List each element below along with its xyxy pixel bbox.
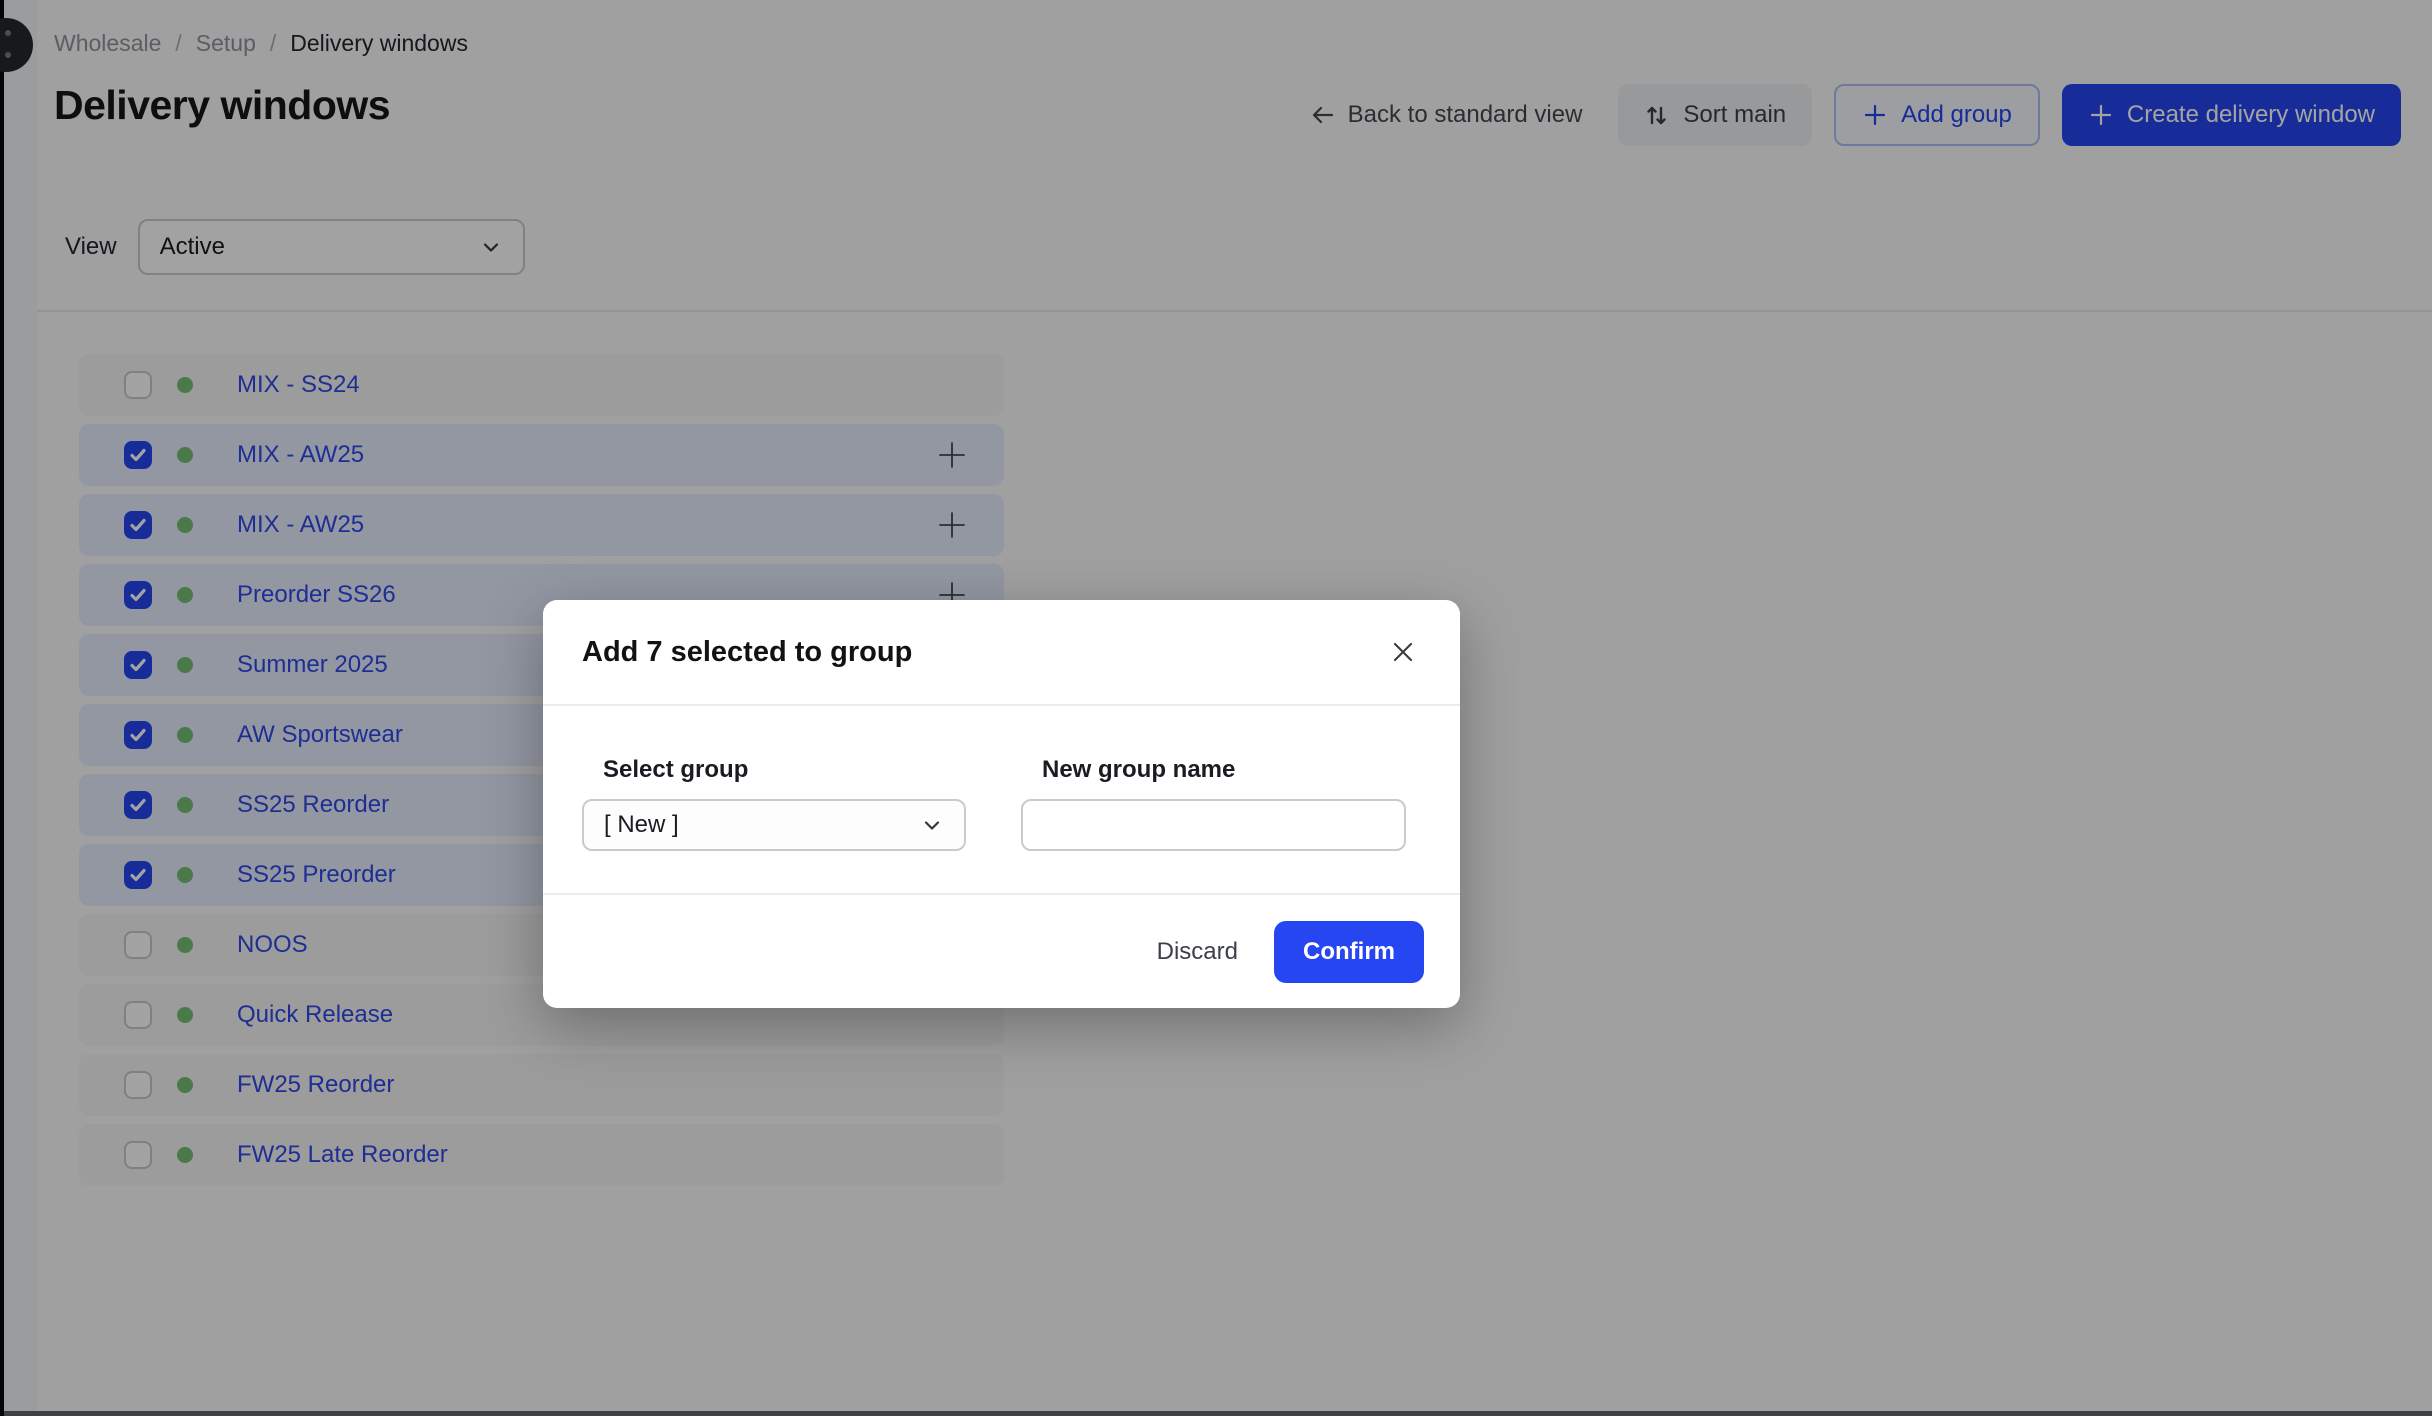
add-to-group-modal: Add 7 selected to group Select group [ N… [543, 600, 1460, 1008]
collapse-nav-glyph [5, 30, 11, 36]
modal-body: Select group [ New ] New group name [543, 706, 1460, 895]
delivery-windows-page: Wholesale / Setup / Delivery windows Del… [0, 0, 2432, 1416]
window-left-edge [0, 0, 4, 1416]
modal-header: Add 7 selected to group [543, 600, 1460, 706]
close-icon[interactable] [1390, 639, 1416, 665]
chevron-down-icon [920, 813, 944, 837]
select-group-value: [ New ] [604, 811, 920, 839]
select-group-label: Select group [582, 756, 966, 784]
select-group-dropdown[interactable]: [ New ] [582, 799, 966, 851]
select-group-field: Select group [ New ] [582, 756, 966, 893]
new-group-name-field: New group name [1021, 756, 1406, 893]
modal-title: Add 7 selected to group [582, 636, 912, 669]
discard-button[interactable]: Discard [1157, 938, 1238, 966]
new-group-name-input[interactable] [1021, 799, 1406, 851]
confirm-button[interactable]: Confirm [1274, 921, 1424, 983]
collapse-nav-glyph [5, 52, 11, 58]
modal-footer: Discard Confirm [543, 895, 1460, 1008]
new-group-name-label: New group name [1021, 756, 1406, 784]
